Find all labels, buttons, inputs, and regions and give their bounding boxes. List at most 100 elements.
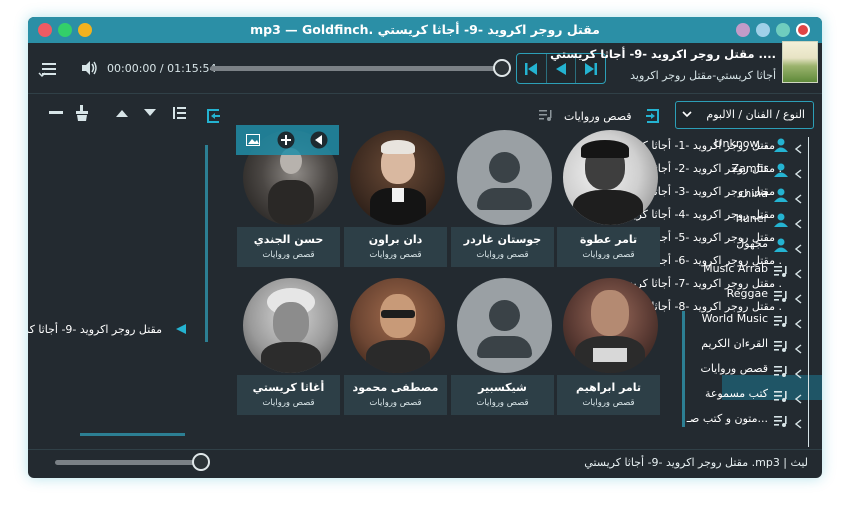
tree-item-label: Zamfir [731,162,768,175]
person-icon [774,237,788,256]
album-cover[interactable] [782,41,818,83]
tree-scrollbar[interactable] [682,311,685,427]
chevron-left-icon[interactable] [794,264,802,283]
volume-icon[interactable] [78,58,100,78]
tree-artist-item[interactable]: مجهول [678,235,808,255]
artist-card[interactable]: أغاثا كريستي قصص وروايات [237,278,340,418]
card-caption: تامر ابراهيم قصص وروايات [557,375,660,415]
tree-genre-item[interactable]: متون و كتب صـ... [678,410,808,430]
artist-card[interactable]: تامر ابراهيم قصص وروايات [557,278,660,418]
artist-genre: قصص وروايات [476,398,529,408]
status-text: مقتل روجر اكرويد -9- أجاثا كريستي .mp3 |… [584,456,808,469]
combo-label: النوع / الفنان / الالبوم [706,108,805,121]
title-bar: mp3 — Goldfinch. مقتل روجر اكرويد -9- أج… [28,17,822,43]
theme-dot-1[interactable] [736,23,750,37]
default-avatar-icon [457,278,552,373]
artist-card[interactable]: مصطفى محمود قصص وروايات [344,278,447,418]
remove-icon[interactable] [46,103,66,123]
artist-name: حسن الجندي [253,233,324,246]
tree-genre-item[interactable]: القرءان الكريم [678,335,808,355]
chevron-left-icon[interactable] [794,314,802,333]
artist-photo [350,130,445,225]
artist-genre: قصص وروايات [476,250,529,260]
tree-genre-item[interactable]: كتب مسموعة [678,385,808,405]
person-icon [774,162,788,181]
playlist-hscrollbar[interactable] [80,433,185,436]
artist-photo [563,278,658,373]
chevron-left-icon[interactable] [794,214,802,233]
theme-dot-2[interactable] [756,23,770,37]
add-icon[interactable] [276,130,296,150]
artist-name: أغاثا كريستي [252,381,325,394]
move-down-icon[interactable] [140,103,160,123]
artist-name: تامر عطوة [579,233,638,246]
artist-name: دان براون [368,233,423,246]
person-icon [774,137,788,156]
artist-card[interactable]: دان براون قصص وروايات [344,130,447,270]
expand-right-icon[interactable] [642,106,662,126]
playlist-icon [774,312,788,331]
chevron-left-icon[interactable] [794,189,802,208]
track-subtitle: أجاثا كريستي-مقتل روجر اكرويد [630,69,776,82]
card-overlay [236,125,339,155]
tree-item-label: Music Arrab [703,262,768,275]
tree-item-label: قصص وروايات [700,362,768,375]
tree-connector [808,137,809,447]
clear-icon[interactable] [72,103,92,123]
sort-icon[interactable] [168,103,190,123]
play-icon[interactable] [309,130,329,150]
tree-artist-item[interactable]: Zamfir [678,160,808,180]
tree-item-label: china [738,187,768,200]
collapse-left-icon[interactable] [204,106,224,126]
artist-card[interactable]: جوستان غاردر قصص وروايات [451,130,554,270]
chevron-left-icon[interactable] [794,139,802,158]
playlist-item-current[interactable]: مقتل روجر اكرويد -9- أجاثا كري [28,323,162,336]
theme-dot-3[interactable] [776,23,790,37]
chevron-left-icon[interactable] [794,239,802,258]
window-title: mp3 — Goldfinch. مقتل روجر اكرويد -9- أج… [250,22,600,37]
chevron-left-icon[interactable] [794,389,802,408]
person-icon [774,187,788,206]
artist-card[interactable]: تامر عطوة قصص وروايات [557,130,660,270]
status-divider [28,449,822,450]
playlist-scrollbar[interactable] [205,145,208,342]
volume-slider[interactable] [55,460,198,465]
chevron-left-icon[interactable] [794,164,802,183]
tree-genre-item[interactable]: قصص وروايات [678,360,808,380]
track-title: مقتل روجر اكرويد -9- أجاثا كريستي .... [550,47,776,61]
tree-genre-item[interactable]: Reggae [678,285,808,305]
artist-card[interactable]: شيكسبير قصص وروايات [451,278,554,418]
seek-handle[interactable] [493,59,511,77]
view-mode-combo[interactable]: النوع / الفنان / الالبوم [675,101,814,129]
tree-genre-item[interactable]: Music Arrab [678,260,808,280]
image-icon[interactable] [244,131,262,149]
time-display: 00:00:00 / 01:15:54 [107,62,217,75]
artist-photo [563,130,658,225]
playlist-icon [774,287,788,306]
chevron-left-icon[interactable] [794,364,802,383]
artist-name: جوستان غاردر [463,233,542,246]
volume-handle[interactable] [192,453,210,471]
previous-track-icon[interactable] [517,54,547,83]
tree-artist-item[interactable]: Unknow... [678,135,808,155]
chevron-left-icon[interactable] [794,339,802,358]
tree-artist-item[interactable]: huner [678,210,808,230]
seek-slider[interactable] [210,66,500,71]
playlist-icon [774,262,788,281]
toolbar-divider [28,93,822,94]
chevron-left-icon[interactable] [794,414,802,433]
chevron-left-icon[interactable] [794,289,802,308]
playlist-icon [774,337,788,356]
app-icon [796,23,810,37]
artist-genre: قصص وروايات [582,398,635,408]
artist-genre: قصص وروايات [369,250,422,260]
artist-name: تامر ابراهيم [575,381,641,394]
tree-artist-item[interactable]: china [678,185,808,205]
breadcrumb: قصص وروايات [564,110,632,123]
tree-genre-item[interactable]: World Music [678,310,808,330]
tree-item-label: مجهول [736,237,768,250]
artist-card[interactable]: حسن الجندي قصص وروايات [236,125,340,270]
tree-item-label: متون و كتب صـ... [686,412,768,425]
move-up-icon[interactable] [112,103,132,123]
menu-icon[interactable] [36,59,60,81]
